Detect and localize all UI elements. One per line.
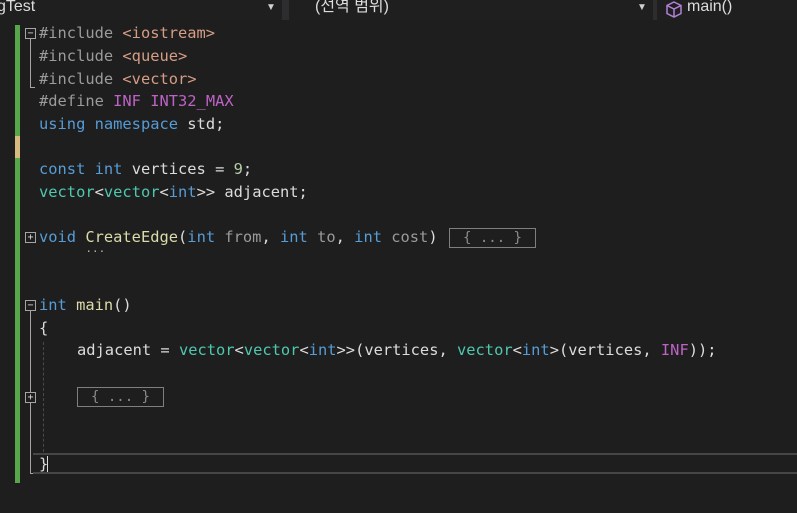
token: vector xyxy=(243,341,300,359)
token: vector xyxy=(457,341,513,359)
token: () xyxy=(113,296,132,314)
code-line-1: #include <iostream> xyxy=(39,22,215,44)
token: ( xyxy=(178,228,188,246)
code-line-7: const int vertices = 9; xyxy=(39,158,252,180)
scope-name: (선역 범위) xyxy=(315,0,389,15)
token: INT32_MAX xyxy=(150,92,234,110)
token: void xyxy=(39,228,86,246)
code-line-14: { xyxy=(39,317,48,339)
token: INF xyxy=(660,341,689,359)
token: vector xyxy=(39,183,95,201)
token: <vector> xyxy=(122,70,197,88)
token: >>(vertices, xyxy=(336,341,457,359)
token: <iostream> xyxy=(122,24,216,42)
indent-guide xyxy=(43,342,44,452)
member-dropdown[interactable]: main() xyxy=(657,0,797,20)
token: } xyxy=(39,455,49,473)
collapse-icon[interactable]: − xyxy=(25,300,36,311)
token: >> adjacent; xyxy=(196,183,308,201)
token: to xyxy=(317,228,336,246)
token: int xyxy=(94,160,132,178)
token: int xyxy=(39,296,77,314)
code-line-13: int main() xyxy=(39,294,132,316)
token: ; xyxy=(242,160,253,178)
token: int xyxy=(308,341,337,359)
chevron-down-icon: ▼ xyxy=(637,2,647,13)
collapsed-block[interactable]: { ... } xyxy=(449,228,536,248)
code-line-2: #include <queue> xyxy=(39,45,187,67)
token: < xyxy=(512,341,522,359)
collapsed-block[interactable]: { ... } xyxy=(77,387,164,407)
code-line-15: adjacent = vector<vector<int>>(vertices,… xyxy=(77,339,717,361)
token: >(vertices, xyxy=(549,341,661,359)
navigation-bar: gTest ▼ (선역 범위) ▼ main() xyxy=(0,0,797,20)
token: , xyxy=(261,228,280,246)
token: vertices = xyxy=(131,160,234,178)
token: 9 xyxy=(233,160,243,178)
outline-line xyxy=(30,87,35,88)
token: cost xyxy=(391,228,429,246)
change-tracking-saved xyxy=(15,158,20,483)
project-dropdown[interactable]: gTest ▼ xyxy=(0,0,282,20)
token: { xyxy=(39,319,49,337)
token: #include xyxy=(39,47,123,65)
token: int xyxy=(187,228,225,246)
token: namespace xyxy=(94,115,188,133)
function-name: CreateEdge xyxy=(85,228,178,246)
code-line-5: using namespace std; xyxy=(39,113,224,135)
token: < xyxy=(299,341,309,359)
expand-icon[interactable]: + xyxy=(25,232,36,243)
token: int xyxy=(521,341,550,359)
member-name: main() xyxy=(687,0,733,15)
collapse-icon[interactable]: − xyxy=(25,28,36,39)
outline-line xyxy=(30,39,31,87)
token: int xyxy=(354,228,392,246)
code-line-8: vector<vector<int>> adjacent; xyxy=(39,181,308,203)
function-name: main xyxy=(76,296,114,314)
token: ) xyxy=(428,228,438,246)
token: < xyxy=(94,183,104,201)
token: #define xyxy=(39,92,114,110)
current-line-highlight xyxy=(33,453,797,474)
token: vector xyxy=(103,183,160,201)
token: < xyxy=(234,341,244,359)
token: using xyxy=(39,115,95,133)
token: int xyxy=(168,183,197,201)
project-name: gTest xyxy=(0,0,36,15)
change-tracking-unsaved xyxy=(15,136,20,158)
code-line-19: } xyxy=(39,453,48,475)
token: INF xyxy=(113,92,151,110)
token: < xyxy=(159,183,169,201)
token: const xyxy=(39,160,95,178)
expand-icon[interactable]: + xyxy=(25,392,36,403)
scope-dropdown[interactable]: (선역 범위) ▼ xyxy=(289,0,653,20)
code-line-3: #include <vector> xyxy=(39,68,197,90)
token: <queue> xyxy=(122,47,188,65)
token: adjacent = xyxy=(77,341,179,359)
token: , xyxy=(335,228,355,246)
chevron-down-icon: ▼ xyxy=(266,2,276,13)
change-tracking-saved xyxy=(15,25,20,136)
token: int xyxy=(280,228,318,246)
token: from xyxy=(224,228,262,246)
token: std; xyxy=(187,115,225,133)
method-cube-icon xyxy=(666,1,682,18)
code-editor[interactable]: − + − + #include <iostream> #include <qu… xyxy=(0,20,797,513)
token: #include xyxy=(39,70,123,88)
code-line-4: #define INF INT32_MAX xyxy=(39,90,234,112)
token: )); xyxy=(688,341,717,359)
code-line-10: void CreateEdge(int from, int to, int co… xyxy=(39,226,438,248)
token: vector xyxy=(178,341,235,359)
token: #include xyxy=(39,24,123,42)
